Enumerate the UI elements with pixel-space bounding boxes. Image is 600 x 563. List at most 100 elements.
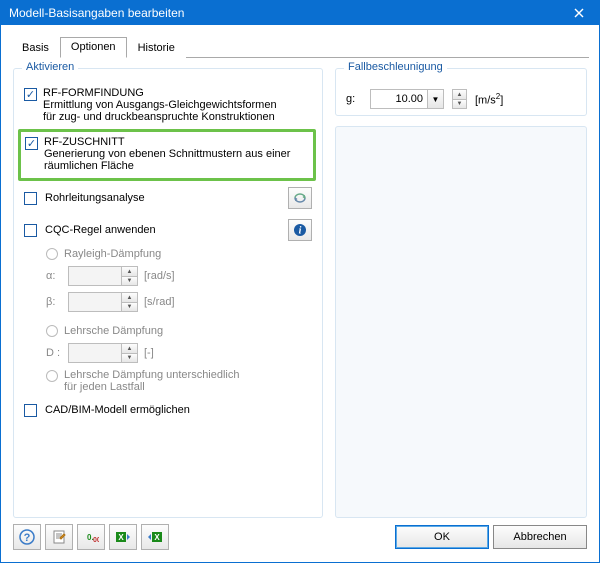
beta-input[interactable]: ▲▼ — [68, 292, 138, 312]
g-input[interactable]: 10.00 ▼ — [370, 89, 444, 109]
checkbox-cadbim[interactable] — [24, 404, 37, 417]
svg-text:?: ? — [24, 532, 31, 544]
alpha-unit: [rad/s] — [144, 270, 175, 282]
option-cadbim-row: CAD/BIM-Modell ermöglichen — [24, 403, 312, 417]
refresh-icon — [293, 192, 307, 204]
rohr-label: Rohrleitungsanalyse — [45, 192, 145, 204]
radio-lehr[interactable] — [46, 325, 58, 337]
radio-lehr-per-loadcase[interactable] — [46, 370, 58, 382]
d-label: D : — [46, 347, 62, 359]
dialog-body: Aktivieren RF-FORMFINDUNG Ermittlung von… — [1, 58, 599, 518]
help-icon: ? — [19, 529, 35, 545]
alpha-input[interactable]: ▲▼ — [68, 266, 138, 286]
option-zuschnitt-highlight: RF-ZUSCHNITT Generierung von ebenen Schn… — [18, 129, 316, 181]
spin-down-icon[interactable]: ▼ — [122, 354, 137, 363]
svg-text:X: X — [118, 533, 124, 542]
dialog-window: Modell-Basisangaben bearbeiten Basis Opt… — [0, 0, 600, 563]
help-button[interactable]: ? — [13, 524, 41, 550]
spin-down-icon[interactable]: ▼ — [122, 303, 137, 312]
lehr2-line2: für jeden Lastfall — [64, 381, 240, 393]
tab-optionen[interactable]: Optionen — [60, 37, 127, 58]
notes-button[interactable] — [45, 524, 73, 550]
d-row: D : ▲▼ [-] — [46, 343, 312, 363]
checkbox-rohr[interactable] — [24, 192, 37, 205]
spin-up-icon[interactable]: ▲ — [122, 344, 137, 354]
d-input[interactable]: ▲▼ — [68, 343, 138, 363]
export-excel-button[interactable]: X — [109, 524, 137, 550]
units-button[interactable]: 0. 00 — [77, 524, 105, 550]
units-icon: 0. 00 — [83, 530, 99, 544]
alpha-row: α: ▲▼ [rad/s] — [46, 266, 312, 286]
info-button[interactable]: i — [288, 219, 312, 241]
beta-unit: [s/rad] — [144, 296, 175, 308]
zuschnitt-label: RF-ZUSCHNITT — [44, 136, 290, 148]
import-excel-button[interactable]: X — [141, 524, 169, 550]
formfindung-text: RF-FORMFINDUNG Ermittlung von Ausgangs-G… — [43, 87, 277, 123]
window-title: Modell-Basisangaben bearbeiten — [9, 6, 559, 20]
info-icon: i — [293, 223, 307, 237]
refresh-button[interactable] — [288, 187, 312, 209]
checkbox-formfindung[interactable] — [24, 88, 37, 101]
export-excel-icon: X — [115, 530, 131, 544]
zuschnitt-desc1: Generierung von ebenen Schnittmustern au… — [44, 148, 290, 160]
svg-text:i: i — [299, 226, 302, 237]
g-unit: [m/s2] — [475, 92, 503, 107]
group-fall-title: Fallbeschleunigung — [344, 61, 447, 73]
titlebar: Modell-Basisangaben bearbeiten — [1, 1, 599, 25]
group-fall: Fallbeschleunigung g: 10.00 ▼ ▲▼ [m/s2] — [335, 68, 587, 116]
alpha-value — [69, 267, 121, 285]
group-placeholder — [335, 126, 587, 518]
beta-label: β: — [46, 296, 62, 308]
lehr2-text: Lehrsche Dämpfung unterschiedlich für je… — [64, 369, 240, 393]
g-label: g: — [346, 93, 362, 105]
cqc-suboptions: Rayleigh-Dämpfung α: ▲▼ [rad/s] β: — [46, 247, 312, 393]
lehr2-line1: Lehrsche Dämpfung unterschiedlich — [64, 369, 240, 381]
tab-basis[interactable]: Basis — [11, 38, 60, 58]
zuschnitt-text: RF-ZUSCHNITT Generierung von ebenen Schn… — [44, 136, 290, 172]
g-row: g: 10.00 ▼ ▲▼ [m/s2] — [346, 87, 576, 109]
close-icon — [574, 8, 584, 18]
cancel-button[interactable]: Abbrechen — [493, 525, 587, 549]
zuschnitt-desc2: räumlichen Fläche — [44, 160, 290, 172]
option-lehr: Lehrsche Dämpfung — [46, 324, 312, 337]
chevron-down-icon[interactable]: ▼ — [427, 90, 443, 108]
tab-bar: Basis Optionen Historie — [1, 25, 599, 57]
spin-up-icon[interactable]: ▲ — [122, 293, 137, 303]
ok-button[interactable]: OK — [395, 525, 489, 549]
checkbox-zuschnitt[interactable] — [25, 137, 38, 150]
option-formfindung[interactable]: RF-FORMFINDUNG Ermittlung von Ausgangs-G… — [24, 87, 312, 123]
tab-historie[interactable]: Historie — [127, 38, 186, 58]
radio-rayleigh[interactable] — [46, 248, 58, 260]
formfindung-desc2: für zug- und druckbeanspruchte Konstrukt… — [43, 111, 277, 123]
formfindung-label: RF-FORMFINDUNG — [43, 87, 277, 99]
cadbim-label: CAD/BIM-Modell ermöglichen — [45, 404, 190, 416]
spin-down-icon[interactable]: ▼ — [122, 277, 137, 286]
option-lehr-per-loadcase: Lehrsche Dämpfung unterschiedlich für je… — [46, 369, 312, 393]
option-rohr-row: Rohrleitungsanalyse — [24, 187, 312, 209]
spin-up-icon[interactable]: ▲ — [122, 267, 137, 277]
notes-icon — [52, 530, 66, 544]
bottom-bar: ? 0. 00 X X — [1, 518, 599, 562]
rayleigh-label: Rayleigh-Dämpfung — [64, 248, 161, 260]
spin-down-icon[interactable]: ▼ — [453, 100, 466, 109]
beta-value — [69, 293, 121, 311]
g-value: 10.00 — [371, 93, 427, 105]
svg-text:00: 00 — [93, 537, 99, 544]
svg-text:X: X — [154, 533, 160, 542]
alpha-label: α: — [46, 270, 62, 282]
close-button[interactable] — [559, 1, 599, 25]
beta-row: β: ▲▼ [s/rad] — [46, 292, 312, 312]
left-column: Aktivieren RF-FORMFINDUNG Ermittlung von… — [13, 68, 323, 518]
spin-up-icon[interactable]: ▲ — [453, 90, 466, 100]
option-rayleigh: Rayleigh-Dämpfung — [46, 247, 312, 260]
option-cqc-row: CQC-Regel anwenden i — [24, 219, 312, 241]
right-column: Fallbeschleunigung g: 10.00 ▼ ▲▼ [m/s2] — [335, 68, 587, 518]
lehr-label: Lehrsche Dämpfung — [64, 325, 163, 337]
g-stepper[interactable]: ▲▼ — [452, 89, 467, 109]
d-unit: [-] — [144, 347, 154, 359]
formfindung-desc1: Ermittlung von Ausgangs-Gleichgewichtsfo… — [43, 99, 277, 111]
import-excel-icon: X — [147, 530, 163, 544]
checkbox-cqc[interactable] — [24, 224, 37, 237]
option-zuschnitt[interactable]: RF-ZUSCHNITT Generierung von ebenen Schn… — [25, 136, 307, 172]
cqc-label: CQC-Regel anwenden — [45, 224, 156, 236]
